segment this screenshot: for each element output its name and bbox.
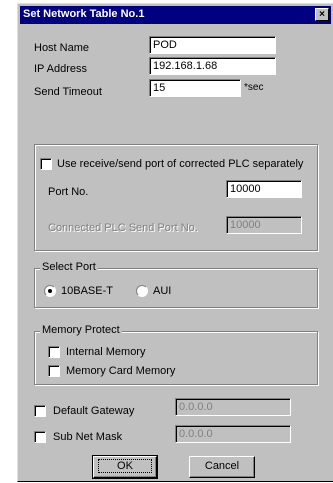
subnet-mask-input[interactable]: 0.0.0.0 (175, 425, 291, 443)
cancel-button-label: Cancel (204, 460, 240, 472)
send-timeout-unit: *sec (244, 82, 264, 93)
host-name-input[interactable]: POD (149, 36, 276, 54)
host-name-label: Host Name (34, 42, 90, 54)
radio-10base-t-label: 10BASE-T (61, 285, 113, 297)
default-gateway-checkbox[interactable] (34, 405, 46, 417)
port-no-label: Port No. (48, 186, 89, 198)
ip-address-label: IP Address (34, 63, 87, 75)
subnet-mask-label: Sub Net Mask (53, 431, 123, 443)
radio-aui[interactable] (136, 285, 148, 297)
send-timeout-input[interactable]: 15 (149, 79, 241, 97)
separate-port-label: Use receive/send port of corrected PLC s… (57, 158, 304, 170)
radio-selected-dot (48, 289, 52, 293)
send-port-input[interactable]: 10000 (226, 216, 302, 234)
cancel-button[interactable]: Cancel (189, 456, 255, 478)
select-port-caption: Select Port (40, 261, 98, 273)
title-bar[interactable]: Set Network Table No.1 × (20, 6, 331, 24)
ok-button-label: OK (98, 459, 152, 473)
default-gateway-label: Default Gateway (53, 405, 135, 417)
close-button[interactable]: × (315, 8, 329, 21)
ok-button[interactable]: OK (92, 455, 158, 479)
memory-card-label: Memory Card Memory (66, 365, 176, 377)
close-icon: × (319, 9, 325, 20)
memory-card-checkbox[interactable] (48, 365, 60, 377)
send-port-label: Connected PLC Send Port No. (48, 222, 198, 234)
internal-memory-label: Internal Memory (66, 346, 146, 358)
subnet-mask-checkbox[interactable] (34, 431, 46, 443)
default-gateway-input[interactable]: 0.0.0.0 (175, 398, 291, 416)
memory-protect-caption: Memory Protect (40, 324, 122, 336)
port-no-input[interactable]: 10000 (226, 180, 302, 198)
network-table-dialog: Set Network Table No.1 × Host Name POD I… (17, 3, 333, 482)
ip-address-input[interactable]: 192.168.1.68 (149, 57, 276, 75)
internal-memory-checkbox[interactable] (48, 346, 60, 358)
radio-10base-t[interactable] (44, 285, 56, 297)
separate-port-checkbox[interactable] (40, 158, 52, 170)
dialog-title: Set Network Table No.1 (23, 8, 145, 20)
radio-aui-label: AUI (153, 285, 172, 297)
send-timeout-label: Send Timeout (34, 86, 102, 98)
